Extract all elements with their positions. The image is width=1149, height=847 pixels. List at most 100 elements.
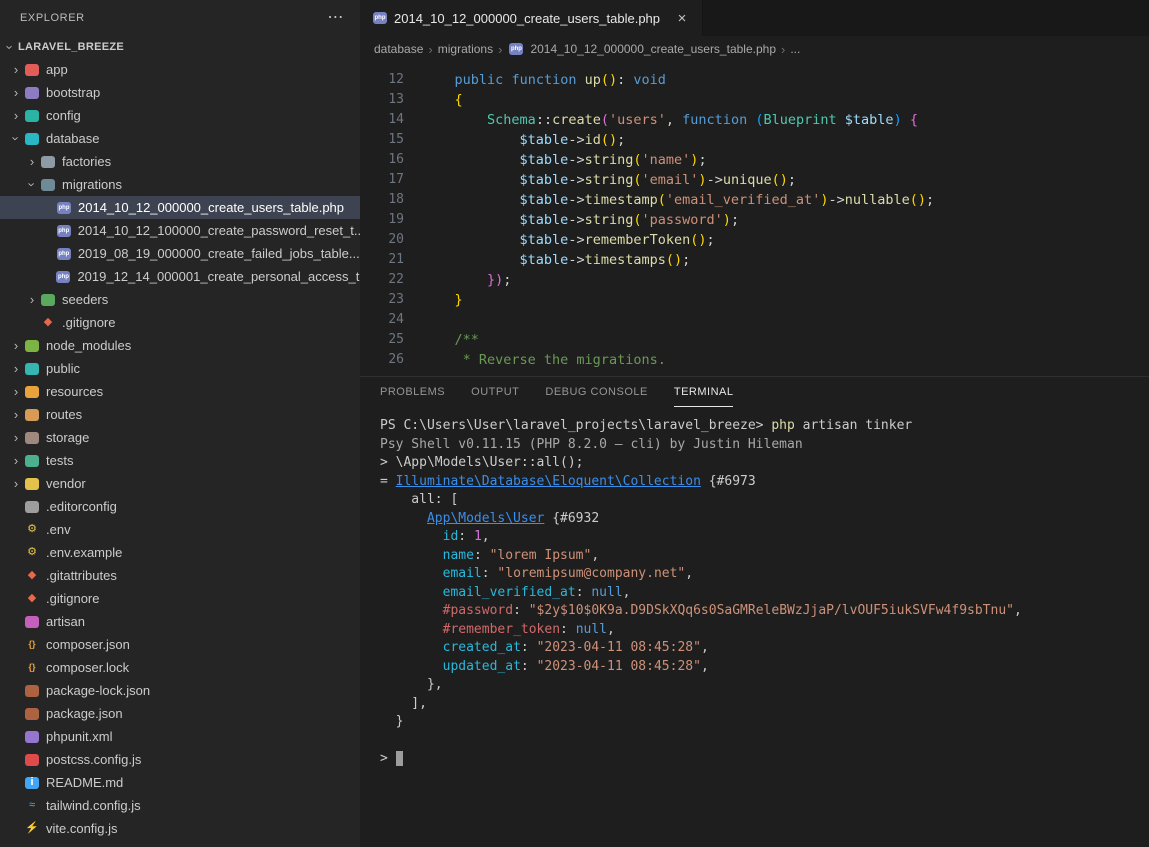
tree-item-package-json[interactable]: package.json <box>0 702 360 725</box>
tree-item-phpunit-xml[interactable]: phpunit.xml <box>0 725 360 748</box>
factories-folder-icon <box>41 156 55 168</box>
tree-item-composer-json[interactable]: {}composer.json <box>0 633 360 656</box>
tree-item-label: resources <box>46 384 103 399</box>
breadcrumb-item-more[interactable]: ... <box>790 42 800 56</box>
tree-item-seeders[interactable]: › seeders <box>0 288 360 311</box>
chevron-right-icon[interactable]: › <box>8 85 24 100</box>
tree-item-2019-08-19-000000-create-failed-jobs-table[interactable]: php2019_08_19_000000_create_failed_jobs_… <box>0 242 360 265</box>
tree-item-label: phpunit.xml <box>46 729 112 744</box>
tab-terminal[interactable]: TERMINAL <box>674 377 734 407</box>
tree-item-factories[interactable]: › factories <box>0 150 360 173</box>
tree-item-label: 2014_10_12_000000_create_users_table.php <box>78 200 344 215</box>
tree-item-label: factories <box>62 154 111 169</box>
chevron-right-icon[interactable]: › <box>8 384 24 399</box>
tree-item-app[interactable]: ›app <box>0 58 360 81</box>
tree-item-vite-config-js[interactable]: ⚡vite.config.js <box>0 817 360 840</box>
tab-create-users-table[interactable]: php 2014_10_12_000000_create_users_table… <box>360 0 703 36</box>
tree-item-2014-10-12-000000-create-users-table-php[interactable]: php2014_10_12_000000_create_users_table.… <box>0 196 360 219</box>
code-line: 14 Schema::create('users', function (Blu… <box>360 110 1149 130</box>
breadcrumb-item-filename[interactable]: 2014_10_12_000000_create_users_table.php <box>530 42 776 56</box>
chevron-right-icon[interactable]: › <box>8 453 24 468</box>
routes-folder-icon <box>25 409 39 421</box>
tree-item-node-modules[interactable]: ›node_modules <box>0 334 360 357</box>
tree-item-resources[interactable]: › resources <box>0 380 360 403</box>
explorer-title: EXPLORER <box>20 12 85 24</box>
composer-icon: {} <box>24 637 40 653</box>
tab-problems[interactable]: PROBLEMS <box>380 377 445 407</box>
bottom-panel: PROBLEMS OUTPUT DEBUG CONSOLE TERMINAL P… <box>360 376 1149 847</box>
tree-item-vendor[interactable]: ›vendor <box>0 472 360 495</box>
tree-item-tailwind-config-js[interactable]: ≈tailwind.config.js <box>0 794 360 817</box>
tree-item-config[interactable]: ›config <box>0 104 360 127</box>
chevron-right-icon[interactable]: › <box>8 338 24 353</box>
terminal[interactable]: PS C:\Users\User\laravel_projects\larave… <box>360 407 1149 769</box>
tree-item-package-lock-json[interactable]: package-lock.json <box>0 679 360 702</box>
chevron-right-icon[interactable]: › <box>8 407 24 422</box>
bootstrap-folder-icon <box>25 87 39 99</box>
tree-item-migrations[interactable]: ›migrations <box>0 173 360 196</box>
chevron-right-icon[interactable]: › <box>24 292 40 307</box>
breadcrumb-item-migrations[interactable]: migrations <box>438 42 493 56</box>
workspace-section-header[interactable]: › LARAVEL_BREEZE <box>0 36 360 58</box>
code-text: $table->id(); <box>422 130 625 150</box>
tree-item-database[interactable]: ›database <box>0 127 360 150</box>
code-text: { <box>422 90 463 110</box>
tab-output[interactable]: OUTPUT <box>471 377 519 407</box>
chevron-right-icon[interactable]: › <box>8 430 24 445</box>
line-number: 12 <box>360 70 422 90</box>
tree-item-public[interactable]: › public <box>0 357 360 380</box>
tree-item-env-example[interactable]: ⚙.env.example <box>0 541 360 564</box>
tree-item-label: 2019_12_14_000001_create_personal_access… <box>77 269 360 284</box>
tree-item-label: .env <box>46 522 71 537</box>
tree-item-editorconfig[interactable]: .editorconfig <box>0 495 360 518</box>
tree-item-label: 2019_08_19_000000_create_failed_jobs_tab… <box>78 246 360 261</box>
terminal-class-link[interactable]: App\Models\User <box>427 511 544 526</box>
chevron-right-icon[interactable]: › <box>24 154 40 169</box>
tree-item-routes[interactable]: ›routes <box>0 403 360 426</box>
tree-item-bootstrap[interactable]: ›bootstrap <box>0 81 360 104</box>
tree-item-2019-12-14-000001-create-personal-access-t[interactable]: php2019_12_14_000001_create_personal_acc… <box>0 265 360 288</box>
terminal-line: name: "lorem Ipsum", <box>380 547 1149 566</box>
code-editor[interactable]: 12 public function up(): void13 {14 Sche… <box>360 62 1149 376</box>
more-actions-icon[interactable]: ⋯ <box>327 10 344 26</box>
tree-item-2014-10-12-100000-create-password-reset-t[interactable]: php2014_10_12_100000_create_password_res… <box>0 219 360 242</box>
tree-item-storage[interactable]: ›storage <box>0 426 360 449</box>
chevron-right-icon[interactable]: › <box>8 476 24 491</box>
tree-item-tests[interactable]: ›tests <box>0 449 360 472</box>
terminal-line: all: [ <box>380 491 1149 510</box>
composer-icon: {} <box>24 660 40 676</box>
panel-tab-bar: PROBLEMS OUTPUT DEBUG CONSOLE TERMINAL <box>360 377 1149 407</box>
readme-icon: i <box>25 777 39 789</box>
terminal-line: }, <box>380 676 1149 695</box>
tab-debug-console[interactable]: DEBUG CONSOLE <box>545 377 647 407</box>
code-text: * Reverse the migrations. <box>422 350 666 370</box>
chevron-down-icon: › <box>3 39 18 55</box>
breadcrumb-item-database[interactable]: database <box>374 42 423 56</box>
code-text: $table->timestamp('email_verified_at')->… <box>422 190 934 210</box>
code-text: $table->rememberToken(); <box>422 230 715 250</box>
chevron-right-icon[interactable]: › <box>8 108 24 123</box>
tree-item-label: .gitignore <box>62 315 115 330</box>
close-icon[interactable]: × <box>672 8 692 28</box>
chevron-right-icon[interactable]: › <box>8 62 24 77</box>
migrations-folder-icon <box>41 179 55 191</box>
chevron-down-icon[interactable]: › <box>9 131 24 147</box>
app-folder-icon <box>25 64 39 76</box>
code-line: 16 $table->string('name'); <box>360 150 1149 170</box>
tree-item-artisan[interactable]: artisan <box>0 610 360 633</box>
line-number: 17 <box>360 170 422 190</box>
tree-item-gitignore[interactable]: ◆.gitignore <box>0 311 360 334</box>
tree-item-postcss-config-js[interactable]: postcss.config.js <box>0 748 360 771</box>
tree-item-gitattributes[interactable]: ◆.gitattributes <box>0 564 360 587</box>
tree-item-gitignore[interactable]: ◆.gitignore <box>0 587 360 610</box>
tree-item-label: package-lock.json <box>46 683 150 698</box>
tree-item-label: public <box>46 361 80 376</box>
tree-item-label: seeders <box>62 292 108 307</box>
php-file-icon: php <box>373 12 387 24</box>
tree-item-env[interactable]: ⚙.env <box>0 518 360 541</box>
tree-item-composer-lock[interactable]: {}composer.lock <box>0 656 360 679</box>
chevron-down-icon[interactable]: › <box>25 177 40 193</box>
chevron-right-icon[interactable]: › <box>8 361 24 376</box>
tree-item-readme-md[interactable]: iREADME.md <box>0 771 360 794</box>
terminal-class-link[interactable]: Illuminate\Database\Eloquent\Collection <box>396 474 701 489</box>
